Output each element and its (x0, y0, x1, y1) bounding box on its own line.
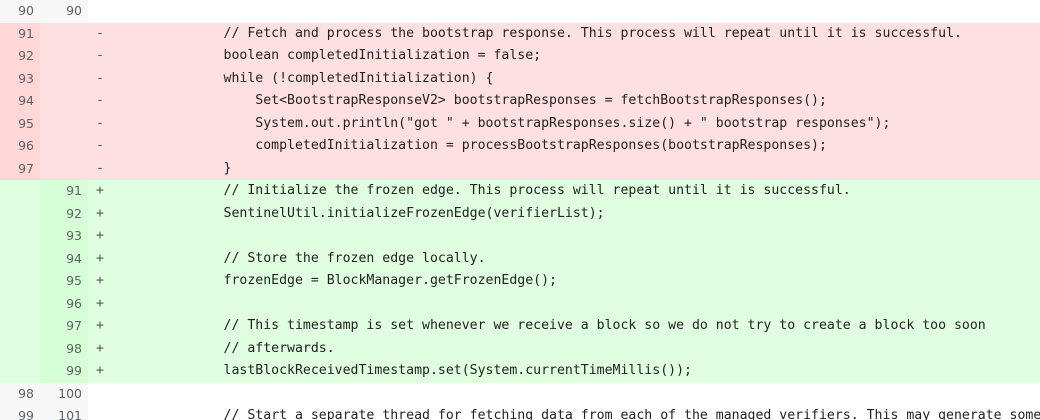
diff-sign: - (96, 93, 104, 108)
code-text: // Start a separate thread for fetching … (160, 408, 1040, 420)
code-text: lastBlockReceivedTimestamp.set(System.cu… (160, 363, 692, 378)
code-text: SentinelUtil.initializeFrozenEdge(verifi… (160, 205, 605, 221)
new-line-number[interactable]: 98 (40, 337, 88, 360)
context-line: 90 90 (0, 0, 1040, 23)
code-text: completedInitialization = processBootstr… (160, 138, 827, 153)
new-line-number[interactable]: 90 (40, 0, 88, 23)
added-line: 94 + // Store the frozen edge locally. (0, 247, 1040, 270)
added-line: 95 + frozenEdge = BlockManager.getFrozenE… (0, 270, 1040, 293)
diff-sign: + (96, 273, 104, 288)
old-line-number[interactable]: 90 (0, 0, 40, 23)
code-text: System.out.println("got " + bootstrapRes… (160, 115, 891, 131)
deleted-line: 97 - } (0, 157, 1040, 180)
diff-sign: + (96, 183, 104, 198)
added-line: 99 + lastBlockReceivedTimestamp.set(Syste… (0, 360, 1040, 383)
diff-sign: + (96, 295, 104, 311)
old-line-number[interactable]: 98 (0, 382, 40, 405)
new-line-number[interactable]: 100 (40, 382, 88, 405)
diff-sign: - (96, 70, 104, 86)
code-text: // This timestamp is set whenever we rec… (160, 318, 986, 333)
deleted-line: 91 - // Fetch and process the bootstrap r… (0, 22, 1040, 45)
context-line: 99 101 // Start a separate thread for fet… (0, 405, 1040, 420)
deleted-line: 92 - boolean completedInitialization = fa… (0, 45, 1040, 68)
new-line-number[interactable]: 97 (40, 315, 88, 338)
old-line-number[interactable]: 93 (0, 67, 40, 90)
added-line: 97 + // This timestamp is set whenever we… (0, 315, 1040, 338)
code-text: frozenEdge = BlockManager.getFrozenEdge(… (160, 273, 557, 288)
new-line-number[interactable]: 93 (40, 225, 88, 248)
new-line-number[interactable]: 92 (40, 202, 88, 225)
old-line-number[interactable]: 94 (0, 90, 40, 113)
diff-sign: - (96, 115, 104, 131)
old-line-number[interactable]: 97 (0, 157, 40, 180)
added-line: 93 + (0, 225, 1040, 248)
diff-sign: + (96, 250, 104, 266)
deleted-line: 94 - Set<BootstrapResponseV2> bootstrapRe… (0, 90, 1040, 113)
diff-sign: + (96, 228, 104, 243)
code-text: // Initialize the frozen edge. This proc… (160, 183, 851, 198)
context-line: 98 100 (0, 382, 1040, 405)
new-line-number[interactable]: 96 (40, 292, 88, 315)
code-text: // Store the frozen edge locally. (160, 250, 486, 266)
deleted-line: 95 - System.out.println("got " + bootstra… (0, 112, 1040, 135)
old-line-number[interactable]: 91 (0, 22, 40, 45)
diff-sign: + (96, 318, 104, 333)
new-line-number[interactable]: 91 (40, 180, 88, 203)
diff-view: 90 90 91- // Fetch and process the bootstr… (0, 0, 1040, 420)
diff-sign: + (96, 205, 104, 221)
code-text: while (!completedInitialization) { (160, 70, 494, 86)
code-text: // afterwards. (160, 340, 335, 356)
diff-sign: - (96, 25, 104, 41)
added-line: 96 + (0, 292, 1040, 315)
diff-sign: - (96, 138, 104, 153)
old-line-number[interactable]: 92 (0, 45, 40, 68)
code-text: } (160, 160, 232, 176)
deleted-line: 96 - completedInitialization = processBoo… (0, 135, 1040, 158)
old-line-number[interactable]: 95 (0, 112, 40, 135)
diff-lines: 90 90 91- // Fetch and process the bootstr… (0, 0, 1040, 420)
diff-sign: - (96, 48, 104, 63)
added-line: 91 + // Initialize the frozen edge. This … (0, 180, 1040, 203)
old-line-number[interactable]: 99 (0, 405, 40, 420)
code-text: // Fetch and process the bootstrap respo… (160, 25, 962, 41)
diff-sign: + (96, 340, 104, 356)
new-line-number[interactable]: 94 (40, 247, 88, 270)
diff-sign: + (96, 363, 104, 378)
code-text: boolean completedInitialization = false; (160, 48, 542, 63)
code-text: Set<BootstrapResponseV2> bootstrapRespon… (160, 93, 827, 108)
new-line-number[interactable]: 95 (40, 270, 88, 293)
new-line-number[interactable]: 99 (40, 360, 88, 383)
deleted-line: 93 - while (!completedInitialization) { (0, 67, 1040, 90)
diff-sign: - (96, 160, 104, 176)
new-line-number[interactable]: 101 (40, 405, 88, 420)
added-line: 92 + SentinelUtil.initializeFrozenEdge(ve… (0, 202, 1040, 225)
old-line-number[interactable]: 96 (0, 135, 40, 158)
added-line: 98 + // afterwards. (0, 337, 1040, 360)
